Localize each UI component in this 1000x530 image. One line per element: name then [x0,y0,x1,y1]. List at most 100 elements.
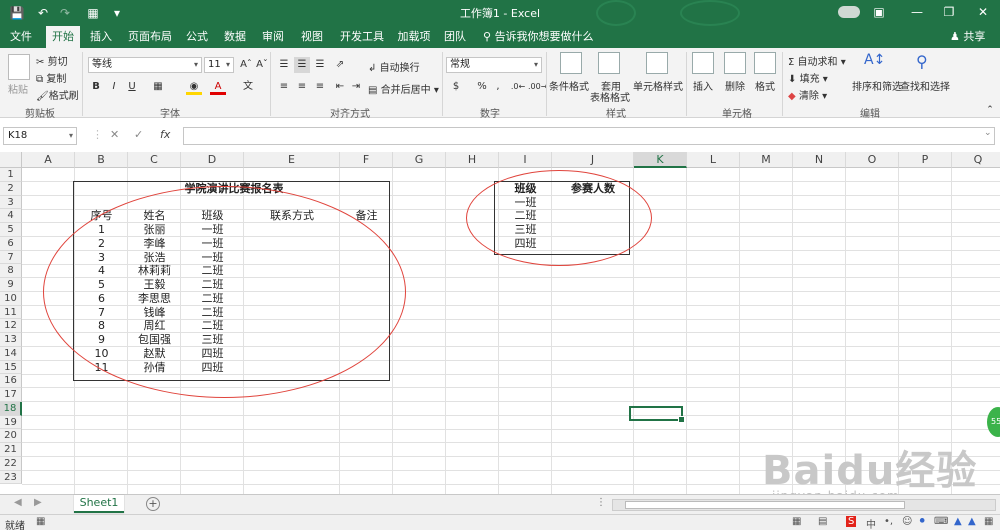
cut-button[interactable]: ✂ 剪切 [36,53,68,68]
row-header-2[interactable]: 2 [0,181,22,196]
row-header-11[interactable]: 11 [0,305,22,320]
tab-view[interactable]: 视图 [297,26,327,48]
clear-button[interactable]: ◆ 清除 ▾ [788,87,827,102]
tab-developer[interactable]: 开发工具 [336,26,388,48]
phonetic-icon[interactable]: 文 [240,79,256,95]
row-header-13[interactable]: 13 [0,333,22,347]
column-header-j[interactable]: J [552,152,634,168]
format-as-table-line2[interactable]: 表格格式 [590,89,630,104]
tab-formulas[interactable]: 公式 [182,26,212,48]
accounting-icon[interactable]: $ [448,79,464,95]
column-header-k[interactable]: K [634,152,687,168]
row-header-5[interactable]: 5 [0,223,22,237]
underline-button[interactable]: U [124,79,140,95]
row-header-15[interactable]: 15 [0,360,22,375]
row-header-10[interactable]: 10 [0,291,22,306]
find-select-button[interactable]: 查找和选择 [900,78,950,93]
align-right-icon[interactable]: ≡ [312,79,328,95]
tab-insert[interactable]: 插入 [86,26,116,48]
row-header-7[interactable]: 7 [0,250,22,265]
align-center-icon[interactable]: ≡ [294,79,310,95]
row-header-18[interactable]: 18 [0,401,22,416]
column-header-a[interactable]: A [22,152,75,168]
restore-icon[interactable]: ❐ [938,3,960,21]
add-sheet-button[interactable]: + [146,497,160,511]
row-header-20[interactable]: 20 [0,429,22,443]
font-color-icon[interactable]: A [210,79,226,95]
fill-button[interactable]: ⬇ 填充 ▾ [788,70,828,85]
next-sheet-icon[interactable]: ▶ [34,497,42,508]
page-layout-view-icon[interactable]: ▤ [818,516,827,527]
row-header-14[interactable]: 14 [0,346,22,361]
tab-data[interactable]: 数据 [220,26,250,48]
row-header-17[interactable]: 17 [0,388,22,402]
enter-icon[interactable]: ✓ [134,128,143,141]
cell-styles-button[interactable]: 单元格样式 [633,78,683,93]
column-header-m[interactable]: M [740,152,793,168]
row-header-6[interactable]: 6 [0,236,22,251]
macro-record-icon[interactable]: ▦ [36,516,45,527]
scrollbar-thumb[interactable] [625,501,905,509]
decrease-decimal-icon[interactable]: .00→ [528,79,547,95]
row-header-22[interactable]: 22 [0,456,22,471]
insert-cells-button[interactable]: 插入 [693,78,713,93]
insert-function-icon[interactable]: fx [160,128,170,141]
column-header-c[interactable]: C [128,152,181,168]
format-cells-button[interactable]: 格式 [755,78,775,93]
keyboard-icon[interactable]: ⌨ [934,516,948,527]
expand-formula-icon[interactable]: ⌄ [984,128,992,138]
cancel-icon[interactable]: ✕ [110,128,119,141]
tab-addins[interactable]: 加载项 [394,26,434,48]
orientation-icon[interactable]: ⇗ [332,57,348,73]
paste-icon[interactable] [8,54,30,80]
align-top-icon[interactable]: ☰ [276,57,292,73]
row-header-3[interactable]: 3 [0,195,22,210]
minimize-icon[interactable]: — [906,3,928,21]
skin-icon[interactable]: ▲ [954,516,962,527]
tab-review[interactable]: 审阅 [258,26,288,48]
row-header-9[interactable]: 9 [0,278,22,292]
account-avatar[interactable] [838,6,860,18]
row-header-8[interactable]: 8 [0,264,22,278]
row-header-12[interactable]: 12 [0,319,22,333]
row-header-4[interactable]: 4 [0,209,22,223]
tab-file[interactable]: 文件 [6,26,36,48]
sheet-tab[interactable]: Sheet1 [74,495,124,513]
row-header-16[interactable]: 16 [0,374,22,388]
tshirt-icon[interactable]: ▲ [968,516,976,527]
percent-button[interactable]: % [474,79,490,95]
fill-color-icon[interactable]: ◉ [186,79,202,95]
normal-view-icon[interactable]: ▦ [792,516,801,527]
microphone-icon[interactable]: ⚫ [918,516,926,527]
close-icon[interactable]: ✕ [972,3,994,21]
name-box[interactable]: K18 ▾ [3,127,77,145]
increase-indent-icon[interactable]: ⇥ [348,79,364,95]
share-button[interactable]: ♟ 共享 [950,26,985,48]
formula-input[interactable] [183,127,995,145]
sogou-ime-icon[interactable]: S [846,516,857,527]
font-name-select[interactable]: 等线 ▾ [88,57,202,73]
number-format-select[interactable]: 常规 ▾ [446,57,542,73]
comma-style-button[interactable]: , [490,79,506,95]
row-header-23[interactable]: 23 [0,470,22,485]
tools-icon[interactable]: ▦ [984,516,993,527]
active-cell[interactable] [629,406,685,423]
tab-page-layout[interactable]: 页面布局 [124,26,176,48]
grow-font-icon[interactable]: Aˆ [238,57,254,73]
collapse-ribbon-icon[interactable]: ⌃ [982,102,998,118]
merge-center-button[interactable]: ▤ 合并后居中 ▾ [368,81,439,96]
paste-button[interactable]: 粘贴 [8,81,28,96]
increase-decimal-icon[interactable]: .0← [510,79,526,95]
delete-cells-button[interactable]: 删除 [725,78,745,93]
borders-icon[interactable]: ▦ [150,79,166,95]
bold-button[interactable]: B [88,79,104,95]
column-header-l[interactable]: L [687,152,740,168]
column-header-o[interactable]: O [846,152,899,168]
italic-button[interactable]: I [106,79,122,95]
floating-widget[interactable]: 55 [987,407,1000,437]
shrink-font-icon[interactable]: Aˇ [254,57,270,73]
column-header-i[interactable]: I [499,152,552,168]
format-painter-button[interactable]: 🖌格式刷 [36,87,79,102]
row-header-19[interactable]: 19 [0,415,22,430]
column-header-g[interactable]: G [393,152,446,168]
